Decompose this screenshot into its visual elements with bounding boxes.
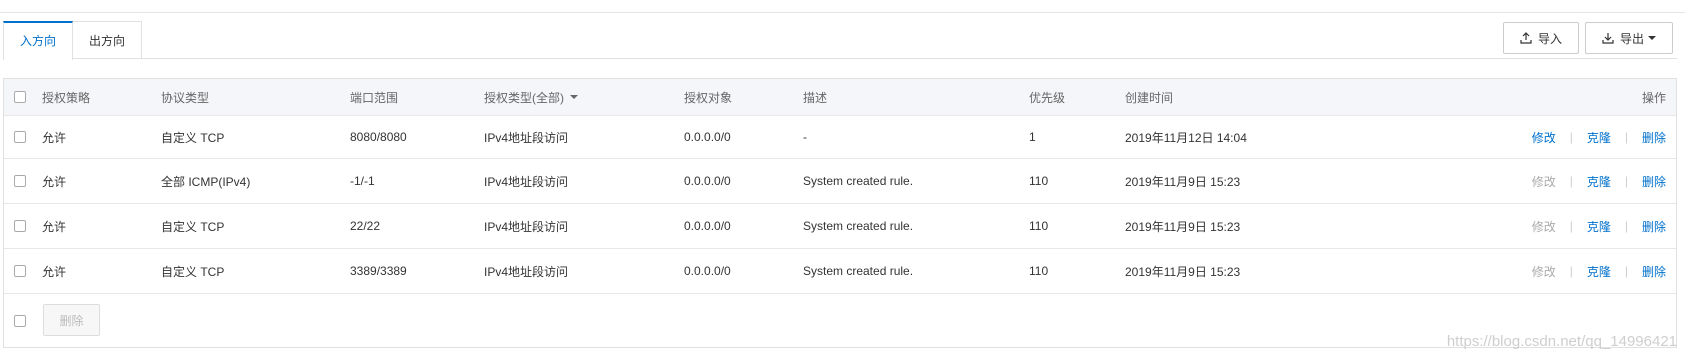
cell-protocol: 自定义 TCP — [161, 130, 225, 145]
cell-auth-object: 0.0.0.0/0 — [684, 264, 731, 278]
import-button[interactable]: 导入 — [1503, 22, 1579, 54]
row-checkbox-cell — [14, 249, 26, 293]
action-separator: | — [1569, 130, 1573, 144]
row-actions: 修改 | 克隆 | 删除 — [1532, 116, 1666, 158]
cell-priority: 110 — [1029, 219, 1049, 233]
cell-protocol: 自定义 TCP — [161, 264, 225, 279]
cell-policy: 允许 — [42, 130, 67, 145]
cell-policy: 允许 — [42, 264, 67, 279]
edit-link-disabled: 修改 — [1531, 219, 1556, 234]
action-separator: | — [1624, 264, 1628, 278]
bulk-delete-button[interactable]: 删除 — [43, 304, 100, 336]
edit-link-disabled: 修改 — [1531, 174, 1556, 189]
tabs-divider — [3, 58, 1677, 59]
cell-protocol: 自定义 TCP — [161, 219, 225, 234]
chevron-down-icon — [570, 95, 578, 99]
edit-link[interactable]: 修改 — [1532, 129, 1556, 146]
table-row: 允许 自定义 TCP 3389/3389 IPv4地址段访问 0.0.0.0/0… — [4, 249, 1676, 294]
cell-auth-type: IPv4地址段访问 — [484, 130, 569, 145]
cell-auth-object: 0.0.0.0/0 — [684, 130, 731, 144]
header-priority: 优先级 — [1029, 90, 1066, 105]
delete-link[interactable]: 删除 — [1642, 263, 1666, 280]
cell-auth-type: IPv4地址段访问 — [484, 219, 569, 234]
export-label: 导出 — [1619, 31, 1644, 46]
cell-created: 2019年11月9日 15:23 — [1125, 219, 1241, 234]
clone-link[interactable]: 克隆 — [1587, 173, 1611, 190]
edit-link-disabled: 修改 — [1531, 264, 1556, 279]
cell-protocol: 全部 ICMP(IPv4) — [161, 174, 251, 189]
direction-tabs: 入方向 出方向 — [3, 21, 143, 60]
action-separator: | — [1624, 130, 1628, 144]
header-port-range: 端口范围 — [350, 90, 399, 105]
cell-created: 2019年11月9日 15:23 — [1125, 174, 1241, 189]
rules-table: 授权策略 协议类型 端口范围 授权类型(全部) 授权对象 描述 优先级 创建时间… — [3, 78, 1677, 348]
cell-policy: 允许 — [42, 219, 67, 234]
chevron-down-icon — [1648, 36, 1656, 40]
cell-port-range: 8080/8080 — [350, 130, 407, 144]
clone-link[interactable]: 克隆 — [1587, 129, 1611, 146]
row-actions: 修改 | 克隆 | 删除 — [1532, 159, 1666, 203]
cell-auth-object: 0.0.0.0/0 — [684, 174, 731, 188]
select-all-checkbox[interactable] — [14, 91, 26, 103]
row-checkbox-cell — [14, 204, 26, 248]
cell-policy: 允许 — [42, 174, 67, 189]
cell-port-range: 3389/3389 — [350, 264, 407, 278]
action-separator: | — [1624, 174, 1628, 188]
table-row: 允许 自定义 TCP 8080/8080 IPv4地址段访问 0.0.0.0/0… — [4, 116, 1676, 159]
header-created: 创建时间 — [1125, 90, 1174, 105]
cell-auth-object: 0.0.0.0/0 — [684, 219, 731, 233]
header-description: 描述 — [803, 90, 828, 105]
select-all-checkbox-cell — [14, 79, 26, 115]
header-protocol: 协议类型 — [161, 90, 210, 105]
header-auth-object: 授权对象 — [684, 90, 733, 105]
cell-description: System created rule. — [803, 264, 914, 278]
watermark: https://blog.csdn.net/qq_14996421 — [1446, 333, 1677, 350]
header-policy: 授权策略 — [42, 90, 91, 105]
cell-auth-type: IPv4地址段访问 — [484, 264, 569, 279]
cell-description: System created rule. — [803, 174, 914, 188]
import-label: 导入 — [1537, 31, 1562, 46]
header-actions: 操作 — [1641, 90, 1666, 105]
row-checkbox[interactable] — [14, 220, 26, 232]
action-separator: | — [1569, 174, 1573, 188]
row-checkbox[interactable] — [14, 265, 26, 277]
action-separator: | — [1569, 219, 1573, 233]
cell-auth-type: IPv4地址段访问 — [484, 174, 569, 189]
cell-description: System created rule. — [803, 219, 914, 233]
row-actions: 修改 | 克隆 | 删除 — [1532, 204, 1666, 248]
action-separator: | — [1624, 219, 1628, 233]
cell-port-range: 22/22 — [350, 219, 381, 233]
cell-created: 2019年11月12日 14:04 — [1125, 130, 1247, 145]
delete-link[interactable]: 删除 — [1642, 173, 1666, 190]
table-row: 允许 全部 ICMP(IPv4) -1/-1 IPv4地址段访问 0.0.0.0… — [4, 159, 1676, 204]
clone-link[interactable]: 克隆 — [1587, 263, 1611, 280]
delete-link[interactable]: 删除 — [1642, 129, 1666, 146]
footer-select-all-checkbox[interactable] — [14, 315, 26, 327]
cell-priority: 110 — [1029, 174, 1049, 188]
row-checkbox[interactable] — [14, 175, 26, 187]
upload-icon — [1520, 32, 1532, 44]
row-checkbox-cell — [14, 159, 26, 203]
header-auth-type-label: 授权类型(全部) — [484, 90, 564, 105]
cell-priority: 1 — [1029, 130, 1036, 144]
header-auth-type-filter[interactable]: 授权类型(全部) — [484, 79, 578, 115]
table-header-row: 授权策略 协议类型 端口范围 授权类型(全部) 授权对象 描述 优先级 创建时间… — [4, 79, 1676, 116]
export-dropdown-button[interactable]: 导出 — [1585, 22, 1673, 54]
cell-port-range: -1/-1 — [350, 174, 375, 188]
row-actions: 修改 | 克隆 | 删除 — [1532, 249, 1666, 293]
tab-outbound[interactable]: 出方向 — [73, 21, 143, 59]
cell-description: - — [803, 130, 807, 144]
table-footer: 删除 — [4, 294, 1676, 348]
clone-link[interactable]: 克隆 — [1587, 218, 1611, 235]
download-icon — [1602, 33, 1614, 44]
table-row: 允许 自定义 TCP 22/22 IPv4地址段访问 0.0.0.0/0 Sys… — [4, 204, 1676, 249]
action-separator: | — [1569, 264, 1573, 278]
cell-priority: 110 — [1029, 264, 1049, 278]
tab-inbound[interactable]: 入方向 — [3, 21, 74, 60]
delete-link[interactable]: 删除 — [1642, 218, 1666, 235]
row-checkbox[interactable] — [14, 131, 26, 143]
row-checkbox-cell — [14, 116, 26, 158]
cell-created: 2019年11月9日 15:23 — [1125, 264, 1241, 279]
top-divider — [0, 12, 1685, 13]
